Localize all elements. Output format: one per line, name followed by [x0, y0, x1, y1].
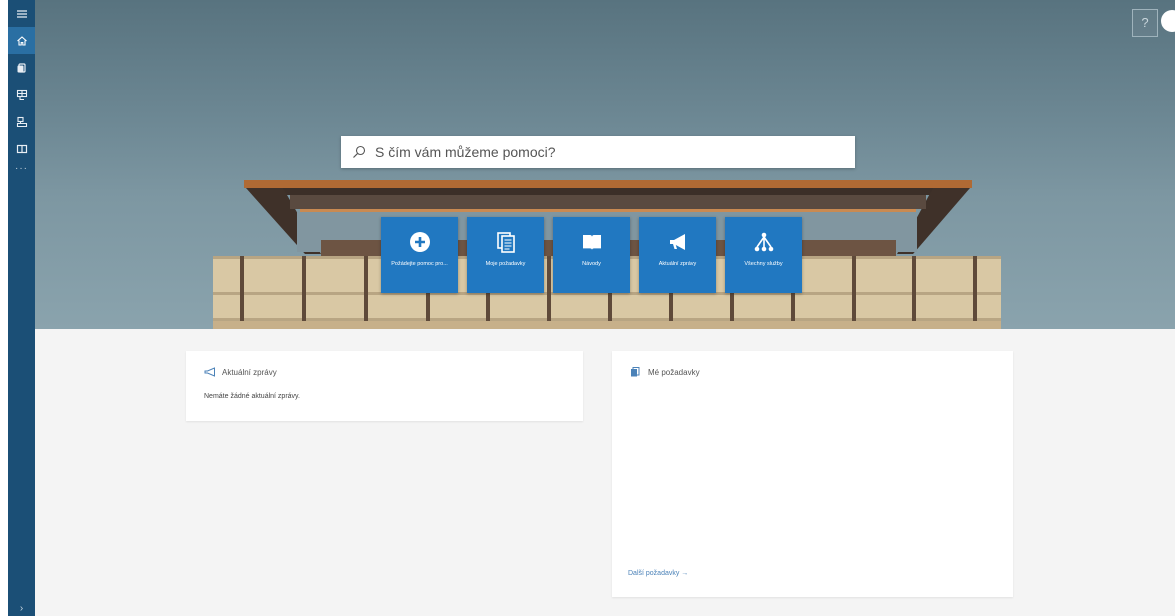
news-empty-text: Nemáte žádné aktuální zprávy.: [204, 393, 300, 400]
tile-all-services[interactable]: Všechny služby: [725, 217, 802, 293]
requests-card-header: Mé požadavky: [630, 367, 1013, 377]
megaphone-icon: [669, 234, 685, 250]
knowledge-icon[interactable]: [8, 135, 35, 162]
menu-icon[interactable]: [8, 0, 35, 27]
more-icon[interactable]: ···: [8, 162, 35, 180]
news-card-header: Aktuální zprávy: [204, 367, 583, 377]
tile-label: Požádejte pomoc pro...: [391, 261, 448, 267]
documents-icon: [631, 367, 640, 377]
hierarchy-icon: [754, 232, 773, 252]
left-navigation: ··· ›: [8, 0, 35, 616]
more-requests-link[interactable]: Další požadavky →: [628, 570, 688, 577]
home-icon[interactable]: [8, 27, 35, 54]
megaphone-icon: [204, 367, 215, 377]
tile-label: Aktuální zprávy: [658, 261, 697, 267]
tile-label: Návody: [582, 261, 601, 267]
news-card: Aktuální zprávy Nemáte žádné aktuální zp…: [186, 351, 583, 421]
requests-card: Mé požadavky Další požadavky →: [612, 351, 1013, 597]
hero-banner: ? Požádejte pomoc pro... Moje požadavky: [35, 0, 1175, 329]
help-button[interactable]: ?: [1132, 9, 1158, 37]
book-icon: [582, 235, 601, 250]
quick-action-tiles: Požádejte pomoc pro... Moje požadavky Ná…: [381, 217, 802, 293]
plus-circle-icon: [409, 232, 430, 252]
tile-label: Moje požadavky: [485, 261, 526, 267]
requests-card-title: Mé požadavky: [648, 367, 700, 377]
approvals-icon[interactable]: [8, 108, 35, 135]
news-card-title: Aktuální zprávy: [222, 367, 277, 377]
expand-sidebar-icon[interactable]: ›: [8, 603, 35, 614]
requests-icon[interactable]: [8, 54, 35, 81]
tile-request-help[interactable]: Požádejte pomoc pro...: [381, 217, 458, 293]
search-box[interactable]: [341, 136, 855, 168]
documents-icon: [496, 232, 515, 253]
search-input[interactable]: [373, 143, 837, 161]
tile-news[interactable]: Aktuální zprávy: [639, 217, 716, 293]
tile-my-requests[interactable]: Moje požadavky: [467, 217, 544, 293]
tile-label: Všechny služby: [744, 261, 783, 267]
tile-guides[interactable]: Návody: [553, 217, 630, 293]
service-catalog-icon[interactable]: [8, 81, 35, 108]
search-icon: [353, 145, 366, 158]
window-edge: [0, 0, 8, 616]
